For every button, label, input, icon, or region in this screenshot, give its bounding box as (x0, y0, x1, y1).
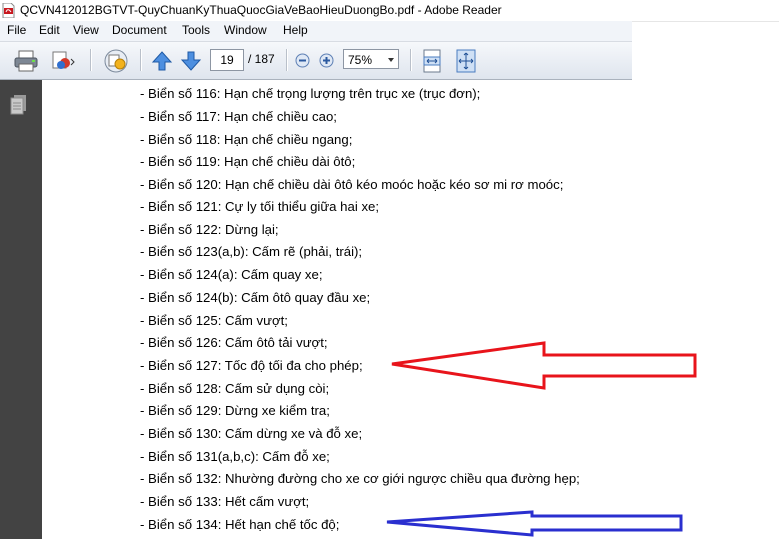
previous-page-icon[interactable] (151, 50, 173, 72)
document-line: - Biển số 122: Dừng lại; (140, 222, 279, 237)
fit-page-icon[interactable] (421, 49, 443, 73)
share-icon[interactable] (50, 50, 76, 72)
document-line: - Biển số 133: Hết cấm vượt; (140, 494, 310, 509)
menu-edit[interactable]: Edit (37, 23, 62, 37)
document-line: - Biển số 132: Nhường đường cho xe cơ gi… (140, 471, 580, 486)
page-number-input[interactable]: 19 (210, 49, 244, 71)
document-line: - Biển số 124(a): Cấm quay xe; (140, 267, 323, 282)
title-bar: QCVN412012BGTVT-QuyChuanKyThuaQuocGiaVeB… (0, 0, 779, 22)
page-total: / 187 (248, 52, 275, 66)
toolbar-separator (286, 49, 288, 71)
document-line: - Biển số 134: Hết hạn chế tốc độ; (140, 517, 340, 532)
zoom-value: 75% (348, 53, 373, 67)
toolbar-separator (90, 49, 92, 71)
pages-panel-icon[interactable] (10, 94, 28, 116)
collaborate-icon[interactable] (103, 48, 129, 74)
document-line: - Biển số 121: Cự ly tối thiểu giữa hai … (140, 199, 380, 214)
menu-window[interactable]: Window (222, 23, 269, 37)
toolbar-separator (410, 49, 412, 71)
document-line: - Biển số 116: Hạn chế trọng lượng trên … (140, 86, 481, 101)
chevron-down-icon[interactable] (388, 58, 394, 62)
pdf-icon (2, 3, 15, 18)
document-line: - Biển số 131(a,b,c): Cấm đỗ xe; (140, 449, 330, 464)
menu-file[interactable]: File (5, 23, 28, 37)
zoom-in-icon[interactable] (319, 53, 334, 68)
document-line: - Biển số 126: Cấm ôtô tải vượt; (140, 335, 328, 350)
toolbar (0, 42, 632, 80)
document-line: - Biển số 128: Cấm sử dụng còi; (140, 381, 330, 396)
next-page-icon[interactable] (180, 50, 202, 72)
zoom-out-icon[interactable] (295, 53, 310, 68)
document-line: - Biển số 117: Hạn chế chiều cao; (140, 109, 337, 124)
document-line: - Biển số 119: Hạn chế chiều dài ôtô; (140, 154, 356, 169)
document-line: - Biển số 125: Cấm vượt; (140, 313, 288, 328)
window-title: QCVN412012BGTVT-QuyChuanKyThuaQuocGiaVeB… (20, 3, 502, 17)
document-line: - Biển số 124(b): Cấm ôtô quay đầu xe; (140, 290, 371, 305)
document-line: - Biển số 118: Hạn chế chiều ngang; (140, 132, 353, 147)
document-line: - Biển số 129: Dừng xe kiểm tra; (140, 403, 330, 418)
document-line: - Biển số 120: Hạn chế chiều dài ôtô kéo… (140, 177, 564, 192)
menu-tools[interactable]: Tools (180, 23, 212, 37)
zoom-select[interactable]: 75% (343, 49, 399, 69)
document-line: - Biển số 130: Cấm dừng xe và đỗ xe; (140, 426, 363, 441)
document-line: - Biển số 123(a,b): Cấm rẽ (phải, trái); (140, 244, 363, 259)
document-line: - Biển số 127: Tốc độ tối đa cho phép; (140, 358, 363, 373)
print-icon[interactable] (13, 50, 39, 72)
navigation-pane (0, 80, 43, 539)
toolbar-separator (140, 49, 142, 71)
menu-bar: File Edit View Document Tools Window Hel… (0, 21, 632, 42)
full-screen-icon[interactable] (455, 49, 477, 73)
menu-view[interactable]: View (71, 23, 101, 37)
menu-document[interactable]: Document (110, 23, 169, 37)
menu-help[interactable]: Help (281, 23, 310, 37)
